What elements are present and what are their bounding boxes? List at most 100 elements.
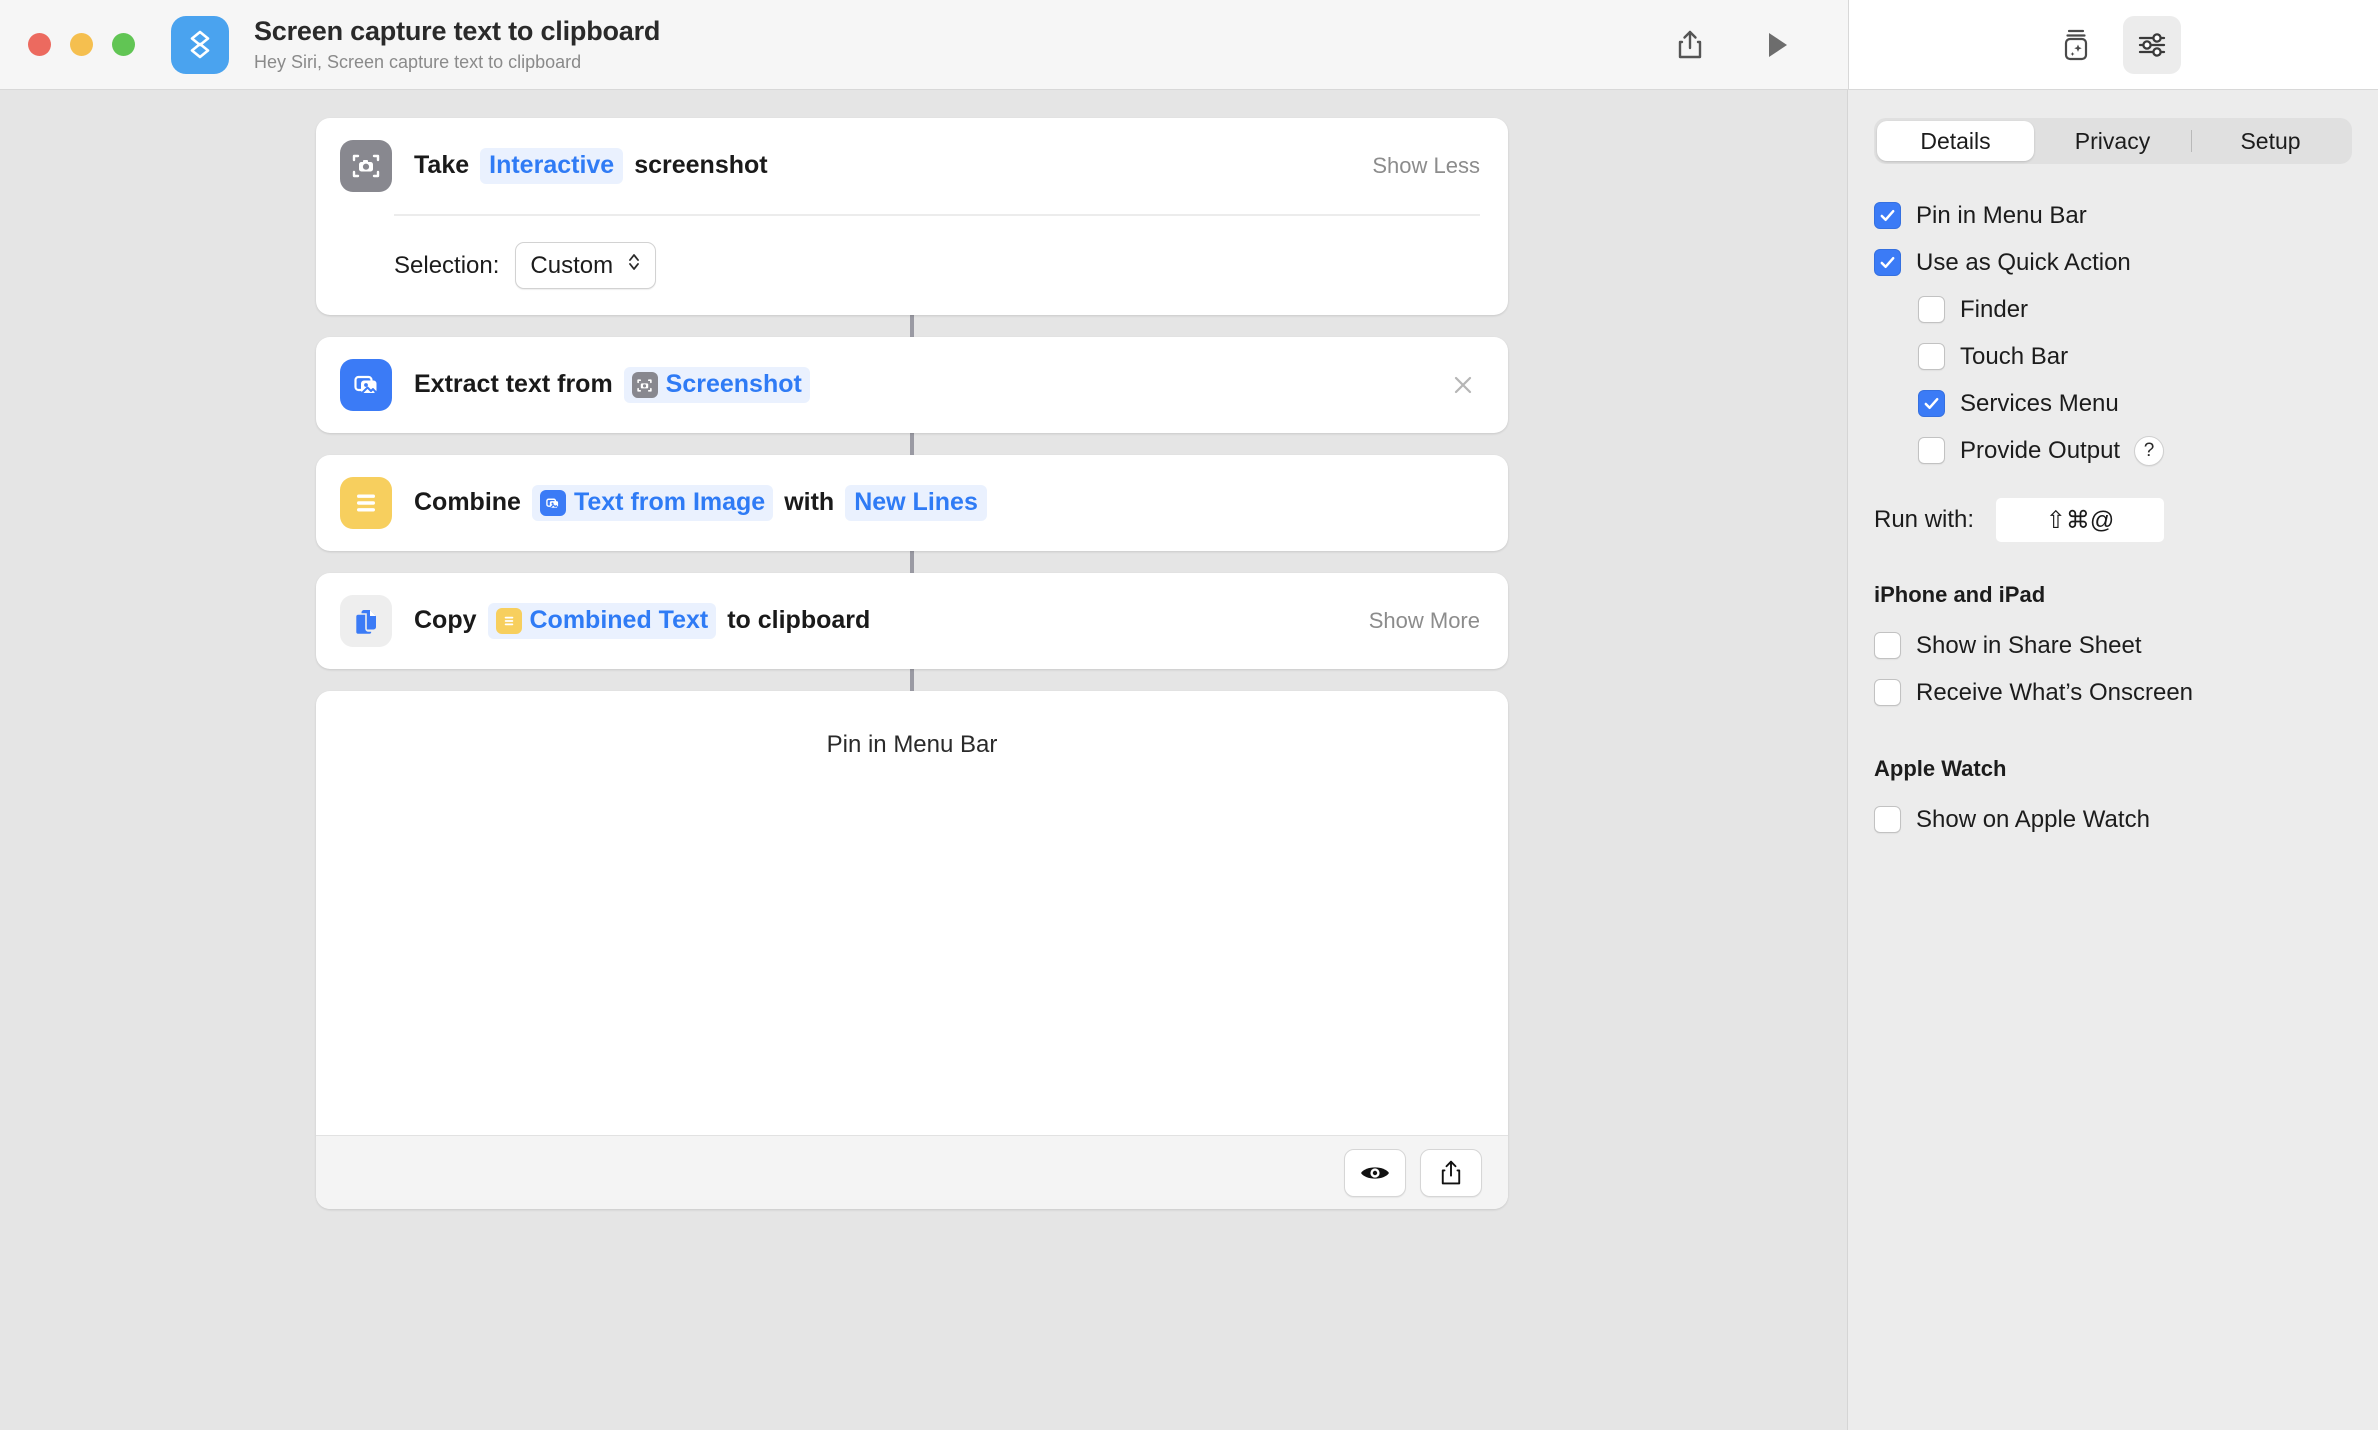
option-row-touch-bar[interactable]: Touch Bar [1874,333,2352,380]
action-library-button[interactable] [2047,16,2105,74]
action-flow: Take Interactive screenshot Show Less Se… [316,118,1508,1209]
action-connector [910,315,914,337]
option-row-receive-whats-onscreen[interactable]: Receive What’s Onscreen [1874,669,2352,716]
option-row-show-in-share-sheet[interactable]: Show in Share Sheet [1874,622,2352,669]
option-label: Touch Bar [1960,342,2069,370]
token-label: Screenshot [665,370,802,399]
preview-toolbar [316,1135,1508,1209]
window-body: Take Interactive screenshot Show Less Se… [0,90,2378,1430]
checkbox-use-as-quick-action[interactable] [1874,249,1901,276]
action-title-combine: Combine Text from Image with New Lines [414,485,998,521]
checkmark-icon [1880,209,1895,222]
details-options-list: Pin in Menu Bar Use as Quick Action Find… [1848,164,2378,474]
action-connector [910,669,914,691]
option-row-services-menu[interactable]: Services Menu [1874,380,2352,427]
action-card-copy-to-clipboard[interactable]: Copy Combined Text to clipboard Show Mor… [316,573,1508,669]
checkbox-touch-bar[interactable] [1918,343,1945,370]
option-label: Show in Share Sheet [1916,631,2142,659]
run-shortcut-button[interactable] [1756,23,1800,67]
action-word: Combine [414,488,521,517]
titlebar-left-region: Screen capture text to clipboard Hey Sir… [0,0,1849,89]
checkbox-receive-whats-onscreen[interactable] [1874,679,1901,706]
checkbox-provide-output[interactable] [1918,437,1945,464]
option-label: Provide Output [1960,436,2121,464]
action-parameter-token-interactive[interactable]: Interactive [480,148,624,184]
section-heading-iphone-ipad: iPhone and iPad [1874,582,2046,607]
checkbox-services-menu[interactable] [1918,390,1945,417]
selection-value: Custom [530,251,614,279]
action-title-take-screenshot: Take Interactive screenshot [414,148,768,184]
option-row-provide-output[interactable]: Provide Output ? [1874,427,2352,474]
preview-output-text: Pin in Menu Bar [826,731,998,758]
show-more-button[interactable]: Show More [1339,608,1480,634]
action-word: Copy [414,606,477,635]
option-label: Use as Quick Action [1916,248,2131,276]
text-lines-icon [340,477,392,529]
sidebar-tab-bar: Details Privacy Setup [1874,118,2352,164]
action-connector [910,551,914,573]
remove-action-button[interactable] [1446,368,1480,402]
option-row-finder[interactable]: Finder [1874,286,2352,333]
close-window-button[interactable] [28,33,51,56]
preview-content: Pin in Menu Bar [316,691,1508,1135]
provide-output-help-button[interactable]: ? [2134,435,2165,466]
shortcut-editor-canvas: Take Interactive screenshot Show Less Se… [0,90,1848,1430]
option-label: Show on Apple Watch [1916,805,2150,833]
action-card-take-screenshot[interactable]: Take Interactive screenshot Show Less Se… [316,118,1508,315]
action-word-mid: with [784,488,835,517]
shortcut-siri-phrase: Hey Siri, Screen capture text to clipboa… [254,52,582,73]
checkbox-pin-in-menu-bar[interactable] [1874,202,1901,229]
option-row-show-on-apple-watch[interactable]: Show on Apple Watch [1874,796,2352,843]
screenshot-camera-icon [340,140,392,192]
shortcut-title: Screen capture text to clipboard [254,16,661,47]
maximize-window-button[interactable] [112,33,135,56]
selection-label: Selection: [394,251,500,279]
token-label: Text from Image [573,488,766,517]
quick-look-button[interactable] [1344,1148,1406,1197]
checkbox-show-in-share-sheet[interactable] [1874,632,1901,659]
checkmark-icon [1924,397,1939,410]
tab-privacy[interactable]: Privacy [2034,121,2191,161]
traffic-lights [28,33,135,56]
action-parameter-token-screenshot[interactable]: Screenshot [623,367,810,403]
option-label: Pin in Menu Bar [1916,201,2087,229]
run-with-row: Run with: ⇧⌘@ [1848,474,2378,542]
action-connector [910,433,914,455]
checkbox-finder[interactable] [1918,296,1945,323]
action-card-combine-text[interactable]: Combine Text from Image with New Lines [316,455,1508,551]
tab-details[interactable]: Details [1877,121,2034,161]
share-button[interactable] [1668,23,1712,67]
action-header-row: Combine Text from Image with New Lines [316,455,1508,551]
copy-documents-icon [340,595,392,647]
checkmark-icon [1880,256,1895,269]
chevron-updown-icon [627,251,641,280]
shortcuts-window: Screen capture text to clipboard Hey Sir… [0,0,2378,1430]
titlebar-actions [1668,23,1848,67]
eye-icon [1361,1166,1389,1179]
tab-setup[interactable]: Setup [2192,121,2349,161]
preview-share-button[interactable] [1420,1148,1482,1197]
window-title-block: Screen capture text to clipboard Hey Sir… [254,16,660,73]
action-word-tail: to clipboard [727,606,871,635]
option-row-use-as-quick-action[interactable]: Use as Quick Action [1874,239,2352,286]
show-less-button[interactable]: Show Less [1342,153,1480,179]
run-with-label: Run with: [1874,506,1975,533]
action-card-extract-text[interactable]: Extract text from Screenshot [316,337,1508,433]
minimize-window-button[interactable] [70,33,93,56]
shortcuts-app-icon [171,15,229,74]
text-lines-icon [495,608,522,634]
option-row-pin-in-menu-bar[interactable]: Pin in Menu Bar [1874,192,2352,239]
keyboard-shortcut-field[interactable]: ⇧⌘@ [1996,498,2165,542]
action-parameter-token-new-lines[interactable]: New Lines [845,485,987,521]
action-header-row: Extract text from Screenshot [316,337,1508,433]
action-parameter-token-text-from-image[interactable]: Text from Image [531,485,774,521]
checkbox-show-on-apple-watch[interactable] [1874,806,1901,833]
share-icon [1441,1160,1461,1184]
iphone-options-list: Show in Share Sheet Receive What’s Onscr… [1848,622,2378,716]
option-label: Services Menu [1960,389,2119,417]
action-parameter-token-combined-text[interactable]: Combined Text [487,603,717,639]
shortcut-details-button[interactable] [2122,15,2181,74]
option-label: Finder [1960,295,2029,323]
selection-dropdown[interactable]: Custom [515,242,657,289]
action-title-copy: Copy Combined Text to clipboard [414,603,871,639]
